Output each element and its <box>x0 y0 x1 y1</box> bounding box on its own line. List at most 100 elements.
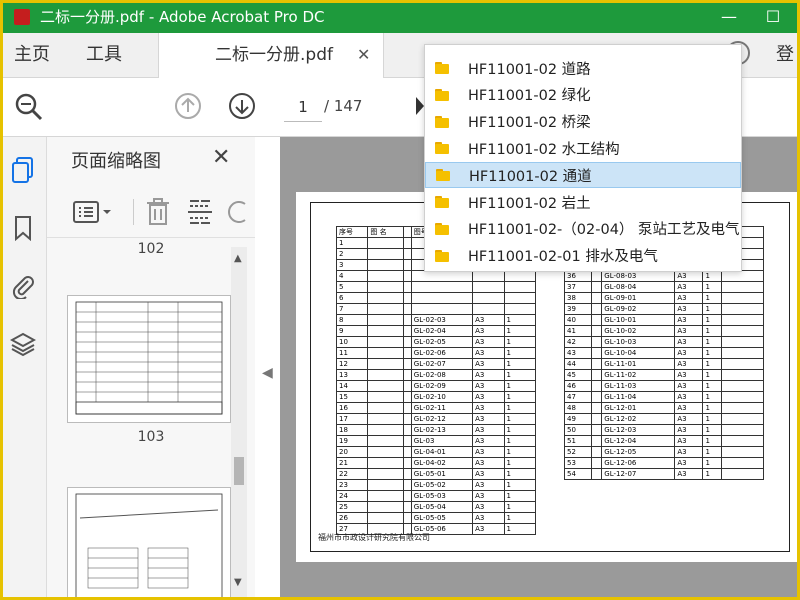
table-cell: A3 <box>674 380 704 392</box>
table-row: 40 GL-10-01 A3 1 <box>563 314 764 326</box>
dropdown-item[interactable]: HF11001-02 绿化 <box>425 82 741 108</box>
login-link[interactable]: 登 <box>776 33 794 77</box>
scroll-up-icon[interactable]: ▲ <box>234 253 242 264</box>
maximize-button[interactable]: ☐ <box>750 0 796 33</box>
thumbnail-page[interactable] <box>67 295 231 423</box>
table-cell: GL-12-07 <box>601 468 676 480</box>
table-cell: A3 <box>472 325 505 337</box>
table-cell <box>721 391 764 403</box>
table-cell: 9 <box>335 325 369 337</box>
table-cell <box>367 424 404 436</box>
dropdown-item[interactable]: HF11001-02 桥梁 <box>425 109 741 135</box>
table-cell <box>721 281 764 293</box>
toolbar-divider <box>133 199 134 225</box>
collapse-panel-icon[interactable]: ◀ <box>262 365 273 381</box>
dropdown-item[interactable]: HF11001-02-01 排水及电气 <box>425 243 741 269</box>
table-cell: GL-02-08 <box>410 369 474 381</box>
layers-icon[interactable] <box>10 331 36 357</box>
table-cell <box>402 512 412 524</box>
delete-page-icon[interactable] <box>143 197 173 227</box>
dropdown-item[interactable]: HF11001-02 水工结构 <box>425 135 741 161</box>
table-row: 14 GL-02-09 A3 1 <box>335 380 537 392</box>
page-thumbnails-icon[interactable] <box>10 157 36 183</box>
dropdown-item[interactable]: HF11001-02 通道 <box>425 162 741 189</box>
table-cell: 25 <box>335 501 369 513</box>
attachments-icon[interactable] <box>10 273 36 299</box>
table-cell <box>402 358 412 370</box>
table-cell: A3 <box>674 325 704 337</box>
dropdown-item[interactable]: HF11001-02 岩土 <box>425 189 741 215</box>
table-row: 24 GL-05-03 A3 1 <box>335 490 537 502</box>
table-cell <box>367 457 404 469</box>
table-cell <box>367 281 404 293</box>
scrollbar-thumb[interactable] <box>234 457 244 485</box>
table-cell: 1 <box>702 281 723 293</box>
table-cell <box>402 347 412 359</box>
folder-icon <box>435 196 449 208</box>
table-row: 46 GL-11-03 A3 1 <box>563 380 764 392</box>
dropdown-item-label: HF11001-02 水工结构 <box>468 141 620 158</box>
table-cell: 1 <box>503 413 537 425</box>
table-cell: GL-11-03 <box>601 380 676 392</box>
table-cell <box>472 303 505 315</box>
scroll-down-icon[interactable]: ▼ <box>234 577 242 588</box>
table-cell: A3 <box>472 358 505 370</box>
tools-menu[interactable]: 工具 <box>86 33 122 77</box>
table-cell: 1 <box>702 457 723 469</box>
zoom-search-icon[interactable] <box>12 90 46 124</box>
table-cell: A3 <box>674 358 704 370</box>
close-panel-icon[interactable]: ✕ <box>212 145 230 170</box>
table-cell: 12 <box>335 358 369 370</box>
table-cell <box>367 380 404 392</box>
table-cell: GL-11-02 <box>601 369 676 381</box>
table-cell: 1 <box>702 435 723 447</box>
table-cell <box>367 435 404 447</box>
table-cell: A3 <box>674 281 704 293</box>
table-cell <box>721 446 764 458</box>
page-number-input[interactable] <box>284 93 322 122</box>
table-row: 43 GL-10-04 A3 1 <box>563 347 764 359</box>
table-cell <box>367 479 404 491</box>
table-row: 37 GL-08-04 A3 1 <box>563 281 764 293</box>
table-row: 50 GL-12-03 A3 1 <box>563 424 764 436</box>
home-menu[interactable]: 主页 <box>14 33 50 77</box>
table-row: 25 GL-05-04 A3 1 <box>335 501 537 513</box>
table-row: 41 GL-10-02 A3 1 <box>563 325 764 337</box>
table-cell: 21 <box>335 457 369 469</box>
dropdown-item-label: HF11001-02 通道 <box>469 168 592 185</box>
table-cell: GL-05-01 <box>410 468 474 480</box>
table-cell <box>402 281 412 293</box>
table-cell <box>721 270 764 282</box>
table-row: 22 GL-05-01 A3 1 <box>335 468 537 480</box>
table-cell: 1 <box>503 347 537 359</box>
thumbnail-options-icon[interactable] <box>71 199 115 225</box>
rotate-page-icon[interactable] <box>227 199 247 225</box>
document-tab[interactable]: 二标一分册.pdf ✕ <box>158 33 384 78</box>
table-cell: GL-02-13 <box>410 424 474 436</box>
table-row: 15 GL-02-10 A3 1 <box>335 391 537 403</box>
table-cell: 22 <box>335 468 369 480</box>
table-cell: GL-02-09 <box>410 380 474 392</box>
table-cell <box>721 358 764 370</box>
table-cell: 7 <box>335 303 369 315</box>
previous-page-icon[interactable] <box>172 90 204 122</box>
thumbnail-scrollbar[interactable]: ▲ ▼ <box>231 247 247 600</box>
table-cell <box>721 424 764 436</box>
dropdown-item[interactable]: HF11001-02-（02-04） 泵站工艺及电气 <box>425 216 741 242</box>
table-row: 51 GL-12-04 A3 1 <box>563 435 764 447</box>
next-page-icon[interactable] <box>226 90 258 122</box>
table-cell: 1 <box>503 479 537 491</box>
table-cell <box>367 314 404 326</box>
minimize-button[interactable]: — <box>706 0 752 33</box>
table-cell: GL-10-01 <box>601 314 676 326</box>
title-bar: 二标一分册.pdf - Adobe Acrobat Pro DC — ☐ <box>0 0 800 33</box>
bookmarks-icon[interactable] <box>10 215 36 241</box>
table-row: 44 GL-11-01 A3 1 <box>563 358 764 370</box>
thumbnail-page[interactable] <box>67 487 231 600</box>
table-cell <box>402 248 412 260</box>
dropdown-item[interactable]: HF11001-02 道路 <box>425 55 741 81</box>
table-cell: 4 <box>335 270 369 282</box>
table-row: 36 GL-08-03 A3 1 <box>563 270 764 282</box>
close-tab-icon[interactable]: ✕ <box>357 33 370 77</box>
extract-page-icon[interactable] <box>185 197 215 227</box>
